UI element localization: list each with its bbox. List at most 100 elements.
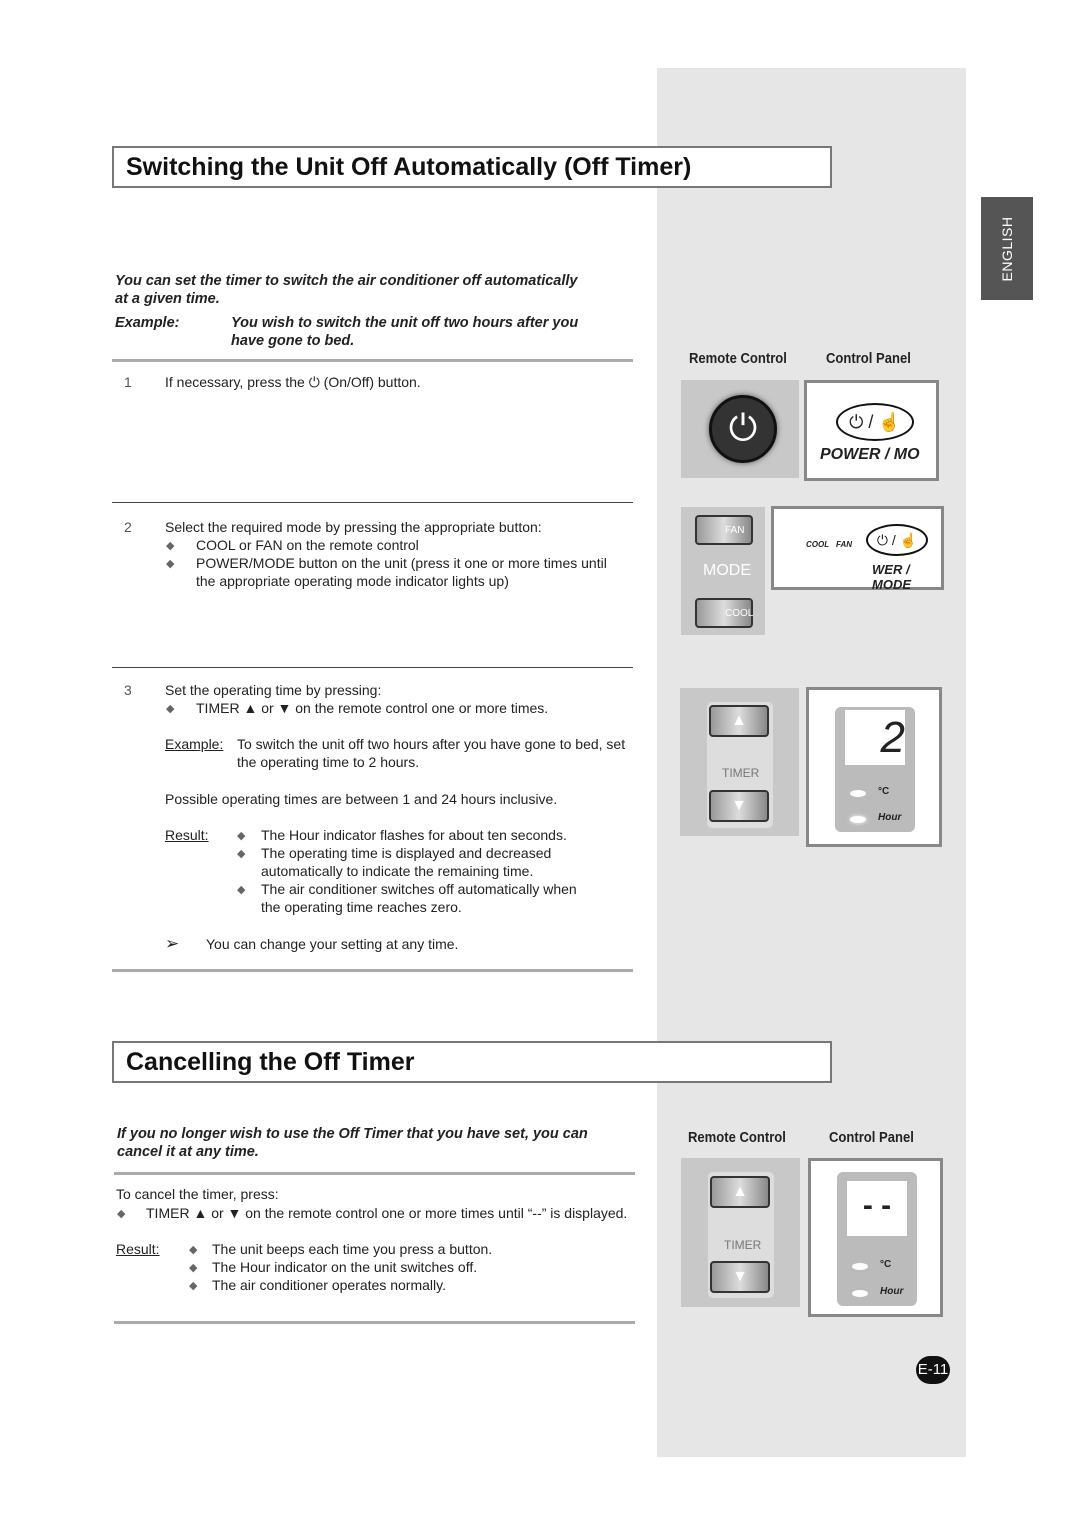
timer-down-button: ▼	[710, 1261, 770, 1293]
step-text: the appropriate operating mode indicator…	[196, 573, 509, 589]
step-text: COOL or FAN on the remote control	[196, 537, 419, 553]
language-tab: ENGLISH	[981, 197, 1033, 300]
celsius-label: °C	[880, 1259, 892, 1270]
language-label: ENGLISH	[999, 216, 1015, 281]
manual-page: ENGLISH Switching the Unit Off Automatic…	[0, 0, 1080, 1528]
panel-display-figure: 2 °C Hour	[806, 687, 942, 847]
fan-label: FAN	[725, 525, 745, 536]
power-icon: ⏻	[709, 395, 777, 463]
note-text: You can change your setting at any time.	[206, 936, 459, 952]
intro-line: cancel it at any time.	[117, 1144, 259, 1160]
result-text: the operating time reaches zero.	[261, 899, 462, 915]
divider	[114, 1321, 635, 1324]
result-text: The Hour indicator on the unit switches …	[212, 1259, 478, 1275]
remote-control-label: Remote Control	[688, 1130, 786, 1146]
fan-button: FAN	[695, 515, 753, 545]
bullet-icon: ◆	[237, 848, 246, 860]
cool-button: COOL	[695, 598, 753, 628]
result-text: The operating time is displayed and decr…	[261, 845, 552, 861]
bullet-icon: ◆	[189, 1262, 198, 1274]
section-title-box: Switching the Unit Off Automatically (Of…	[112, 146, 832, 188]
power-mode-label: POWER / MO	[820, 446, 920, 463]
divider	[114, 1172, 635, 1175]
page-number: E-11	[916, 1356, 950, 1384]
example-label: Example:	[165, 736, 224, 752]
divider	[112, 969, 633, 972]
timer-up-button: ▲	[710, 1176, 770, 1208]
step-number: 2	[124, 519, 132, 535]
bullet-icon: ◆	[237, 830, 246, 842]
bullet-icon: ◆	[166, 703, 175, 715]
step-text: Set the operating time by pressing:	[165, 682, 382, 698]
remote-power-figure: ⏻	[681, 380, 799, 478]
cancel-item: TIMER ▲ or ▼ on the remote control one o…	[146, 1205, 628, 1221]
result-text: automatically to indicate the remaining …	[261, 863, 534, 879]
example-text: You wish to switch the unit off two hour…	[231, 315, 579, 331]
bullet-icon: ◆	[189, 1280, 198, 1292]
step-text: TIMER ▲ or ▼ on the remote control one o…	[196, 700, 549, 716]
example-text: To switch the unit off two hours after y…	[237, 736, 626, 752]
result-text: The unit beeps each time you press a but…	[212, 1241, 493, 1257]
bullet-icon: ◆	[117, 1208, 126, 1220]
power-mode-label: WER / MODE	[872, 562, 911, 592]
bullet-icon: ◆	[189, 1244, 198, 1256]
time-display: 2	[845, 710, 905, 765]
step-text: Select the required mode by pressing the…	[165, 519, 542, 535]
step-text-part: If necessary, press the	[165, 374, 305, 390]
result-label: Result:	[116, 1241, 160, 1257]
remote-timer-figure: ▲ TIMER ▼	[680, 688, 799, 836]
mode-label: MODE	[703, 562, 751, 579]
result-label: Result:	[165, 827, 209, 843]
step-text: If necessary, press the ⏻ (On/Off) butto…	[165, 374, 421, 391]
divider	[112, 359, 633, 362]
step-number: 1	[124, 374, 132, 390]
timer-label: TIMER	[724, 1238, 762, 1252]
section-title-box: Cancelling the Off Timer	[112, 1041, 832, 1083]
range-text: Possible operating times are between 1 a…	[165, 791, 558, 807]
intro-line: at a given time.	[115, 291, 220, 307]
step-number: 3	[124, 682, 132, 698]
panel-display-figure: - - °C Hour	[808, 1158, 943, 1317]
section-title: Cancelling the Off Timer	[126, 1048, 415, 1076]
cool-label: COOL	[725, 608, 754, 619]
result-text: The air conditioner operates normally.	[212, 1277, 446, 1293]
example-text: the operating time to 2 hours.	[237, 754, 420, 770]
power-mode-button: ⏻ / ☝	[836, 403, 914, 441]
divider	[112, 667, 633, 668]
remote-mode-figure: FAN MODE COOL	[681, 507, 765, 635]
result-text: The Hour indicator flashes for about ten…	[261, 827, 567, 843]
step-text: POWER/MODE button on the unit (press it …	[196, 555, 607, 571]
timer-down-button: ▼	[709, 790, 769, 822]
panel-mode-figure: COOL FAN ⏻ / ☝ WER / MODE	[771, 506, 944, 592]
bullet-icon: ◆	[166, 558, 175, 570]
control-panel-label: Control Panel	[829, 1130, 914, 1146]
celsius-label: °C	[878, 786, 890, 797]
remote-control-label: Remote Control	[689, 351, 787, 367]
result-text: The air conditioner switches off automat…	[261, 881, 577, 897]
step-text-part: (On/Off) button.	[323, 374, 421, 390]
control-panel-label: Control Panel	[826, 351, 911, 367]
note-arrow-icon: ➢	[165, 934, 180, 953]
hour-indicator-flashing	[850, 816, 866, 823]
hour-indicator-off	[852, 1290, 868, 1297]
timer-up-button: ▲	[709, 705, 769, 737]
example-label: Example:	[115, 315, 180, 331]
timer-label: TIMER	[722, 766, 760, 780]
cool-indicator-label: COOL	[806, 540, 830, 549]
bullet-icon: ◆	[166, 540, 175, 552]
hour-label: Hour	[880, 1286, 904, 1297]
cancel-text: To cancel the timer, press:	[116, 1186, 279, 1202]
intro-line: You can set the timer to switch the air …	[115, 273, 578, 289]
bullet-icon: ◆	[237, 884, 246, 896]
example-text: have gone to bed.	[231, 333, 355, 349]
time-display: - -	[847, 1181, 907, 1236]
divider	[112, 502, 633, 503]
fan-indicator-label: FAN	[836, 540, 852, 549]
panel-power-figure: ⏻ / ☝ POWER / MO	[804, 380, 939, 481]
remote-timer-figure: ▲ TIMER ▼	[681, 1158, 800, 1307]
power-icon: ⏻	[308, 374, 320, 390]
intro-line: If you no longer wish to use the Off Tim…	[117, 1126, 588, 1142]
section-title: Switching the Unit Off Automatically (Of…	[126, 153, 692, 181]
hour-label: Hour	[878, 812, 902, 823]
power-mode-button: ⏻ / ☝	[866, 524, 928, 556]
